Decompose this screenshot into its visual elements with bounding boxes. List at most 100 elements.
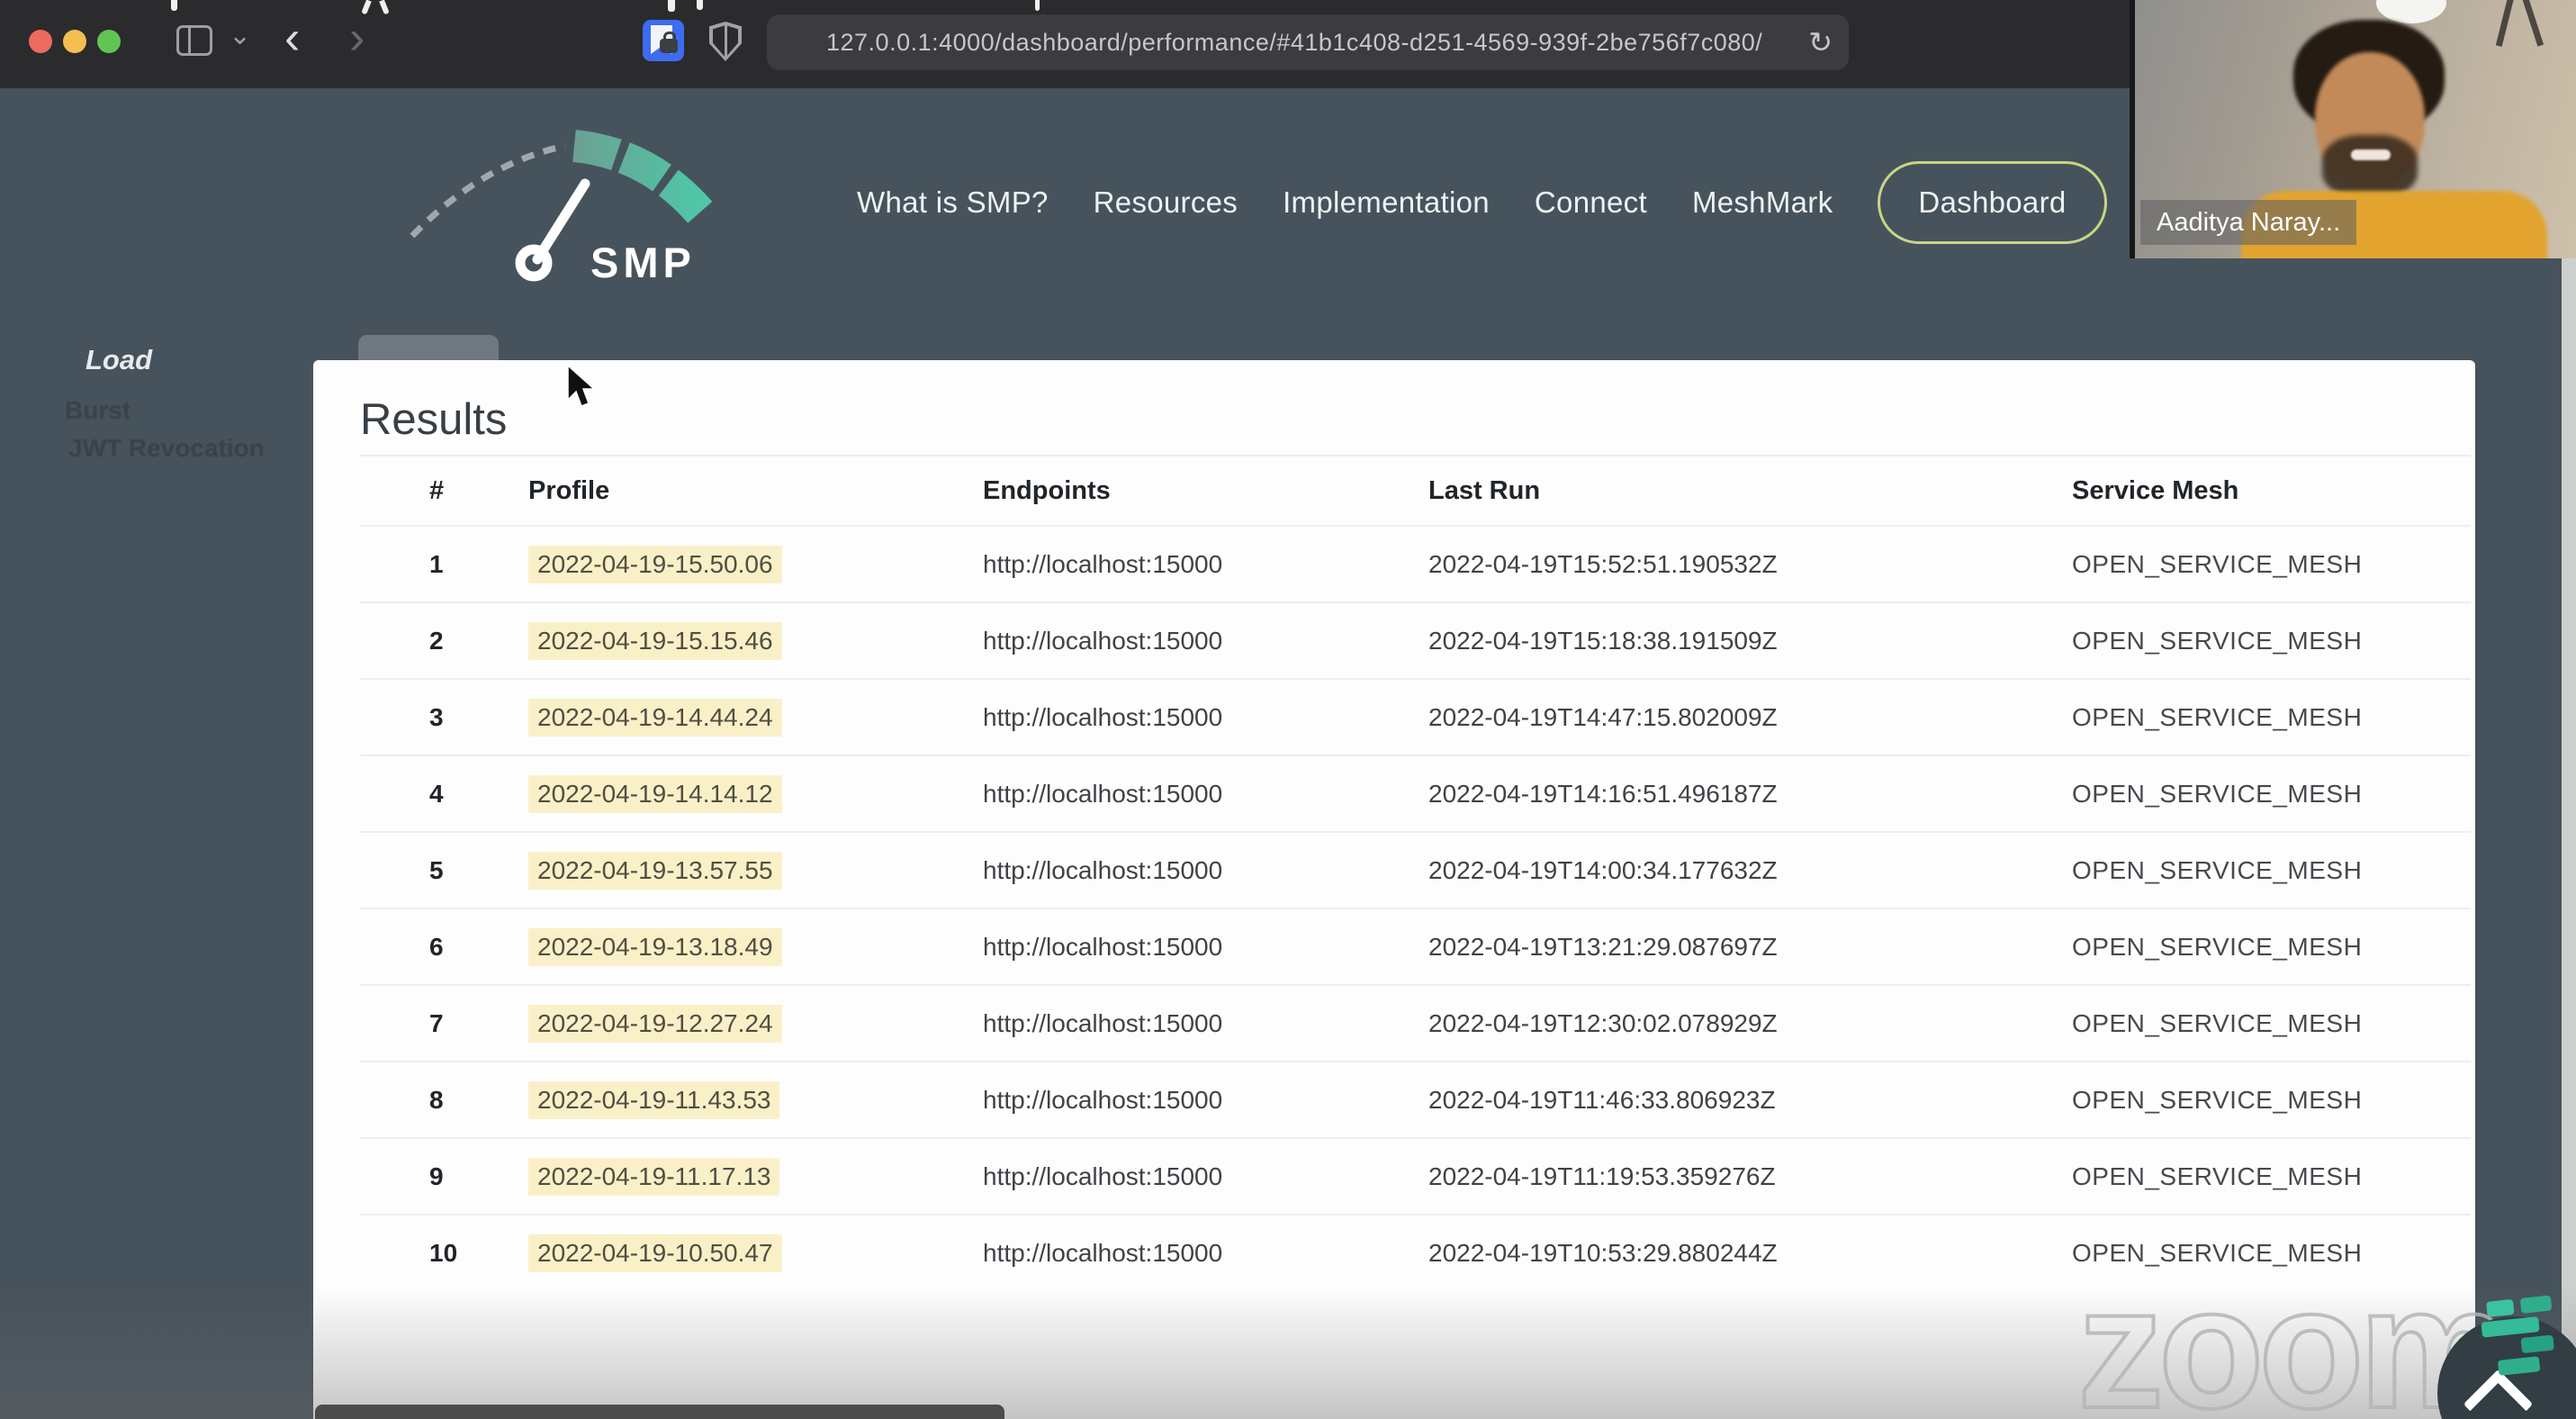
participant-name-label: Aaditya Naray... <box>2140 200 2357 245</box>
password-extension-icon[interactable] <box>643 20 684 61</box>
table-header-row: # Profile Endpoints Last Run Service Mes… <box>360 455 2471 525</box>
profile-link[interactable]: 2022-04-19-11.17.13 <box>528 1157 780 1196</box>
mesh-cell: OPEN_SERVICE_MESH <box>2072 932 2363 961</box>
endpoint-cell: http://localhost:15000 <box>983 855 1223 884</box>
row-number-cell: 9 <box>429 1161 444 1190</box>
table-row: 5 2022-04-19-13.57.55 http://localhost:1… <box>360 831 2471 908</box>
results-table: # Profile Endpoints Last Run Service Mes… <box>360 455 2471 1290</box>
page-title: Results <box>360 395 508 444</box>
nav-resources[interactable]: Resources <box>1094 185 1238 220</box>
video-title-fragment <box>379 0 390 15</box>
forward-button: › <box>349 12 365 64</box>
screen: ⌄ ‹ › 127.0.0.1:4000/dashboard/performan… <box>0 0 2576 1419</box>
reload-icon[interactable]: ↻ <box>1808 25 1833 59</box>
profile-link[interactable]: 2022-04-19-14.44.24 <box>528 698 782 737</box>
col-header-lastrun: Last Run <box>1428 475 1541 505</box>
address-bar[interactable]: 127.0.0.1:4000/dashboard/performance/#41… <box>767 14 1849 70</box>
profile-link[interactable]: 2022-04-19-13.57.55 <box>528 851 782 890</box>
lastrun-cell: 2022-04-19T15:52:51.190532Z <box>1428 549 1778 578</box>
endpoint-cell: http://localhost:15000 <box>983 702 1223 731</box>
sidebar-toggle-icon[interactable] <box>176 25 212 56</box>
table-row: 6 2022-04-19-13.18.49 http://localhost:1… <box>360 908 2471 984</box>
lastrun-cell: 2022-04-19T10:53:29.880244Z <box>1428 1238 1778 1267</box>
mesh-cell: OPEN_SERVICE_MESH <box>2072 1008 2363 1037</box>
endpoint-cell: http://localhost:15000 <box>983 779 1223 808</box>
profile-cell: 2022-04-19-14.44.24 <box>528 698 983 737</box>
chevron-down-icon[interactable]: ⌄ <box>229 20 251 51</box>
profile-link[interactable]: 2022-04-19-10.50.47 <box>528 1234 782 1272</box>
url-text[interactable]: 127.0.0.1:4000/dashboard/performance/#41… <box>826 29 1762 57</box>
table-row: 7 2022-04-19-12.27.24 http://localhost:1… <box>360 984 2471 1061</box>
lastrun-cell: 2022-04-19T13:21:29.087697Z <box>1428 932 1778 961</box>
mouse-cursor <box>567 364 596 407</box>
profile-link[interactable]: 2022-04-19-13.18.49 <box>528 927 782 966</box>
horizontal-scrollbar[interactable] <box>315 1405 1004 1419</box>
row-number-cell: 6 <box>429 932 444 961</box>
video-title-fragment <box>668 0 675 12</box>
background-streak <box>2520 0 2544 47</box>
profile-link[interactable]: 2022-04-19-11.43.53 <box>528 1080 780 1119</box>
video-title-fragment <box>1035 0 1040 11</box>
profile-link[interactable]: 2022-04-19-15.50.06 <box>528 545 782 583</box>
profile-cell: 2022-04-19-12.27.24 <box>528 1004 983 1043</box>
nav-connect[interactable]: Connect <box>1535 185 1647 220</box>
table-row: 2 2022-04-19-15.15.46 http://localhost:1… <box>360 601 2471 678</box>
mesh-cell: OPEN_SERVICE_MESH <box>2072 779 2363 808</box>
back-button[interactable]: ‹ <box>284 11 300 65</box>
profile-cell: 2022-04-19-13.18.49 <box>528 927 983 966</box>
row-number-cell: 8 <box>429 1085 444 1114</box>
lastrun-cell: 2022-04-19T15:18:38.191509Z <box>1428 626 1778 655</box>
col-header-endpoints: Endpoints <box>983 475 1111 505</box>
row-number-cell: 10 <box>429 1238 458 1267</box>
logo-text: SMP <box>590 239 696 286</box>
window-zoom-button[interactable] <box>97 30 121 53</box>
nav-what-is-smp[interactable]: What is SMP? <box>857 185 1049 220</box>
mesh-cell: OPEN_SERVICE_MESH <box>2072 1161 2363 1190</box>
sidebar-item-burst[interactable]: Burst <box>65 396 131 425</box>
video-title-fragment <box>171 0 177 11</box>
mesh-cell: OPEN_SERVICE_MESH <box>2072 626 2363 655</box>
person-smile <box>2351 149 2391 160</box>
sidebar-item-jwt-revocation[interactable]: JWT Revocation <box>68 434 265 463</box>
mesh-cell: OPEN_SERVICE_MESH <box>2072 1085 2363 1114</box>
window-minimize-button[interactable] <box>63 30 86 53</box>
profile-cell: 2022-04-19-11.43.53 <box>528 1080 983 1119</box>
gauge-arc-right <box>572 130 713 224</box>
endpoint-cell: http://localhost:15000 <box>983 549 1223 578</box>
profile-cell: 2022-04-19-13.57.55 <box>528 851 983 890</box>
nav-dashboard-active[interactable]: Dashboard <box>1878 161 2107 244</box>
sidebar-item-load[interactable]: Load <box>86 344 152 376</box>
shield-icon[interactable] <box>709 22 742 61</box>
table-row: 9 2022-04-19-11.17.13 http://localhost:1… <box>360 1137 2471 1214</box>
row-number-cell: 4 <box>429 779 444 808</box>
mesh-cell: OPEN_SERVICE_MESH <box>2072 549 2363 578</box>
video-title-fragment <box>697 0 703 10</box>
gauge-needle-hub <box>515 244 553 282</box>
profile-link[interactable]: 2022-04-19-15.15.46 <box>528 621 782 660</box>
lastrun-cell: 2022-04-19T14:00:34.177632Z <box>1428 855 1778 884</box>
lock-icon <box>660 32 678 53</box>
col-header-num: # <box>429 475 445 505</box>
lastrun-cell: 2022-04-19T12:30:02.078929Z <box>1428 1008 1778 1037</box>
main-nav: What is SMP? Resources Implementation Co… <box>857 144 2107 261</box>
lastrun-cell: 2022-04-19T14:16:51.496187Z <box>1428 779 1778 808</box>
profile-link[interactable]: 2022-04-19-14.14.12 <box>528 774 782 813</box>
profile-link[interactable]: 2022-04-19-12.27.24 <box>528 1004 782 1043</box>
lastrun-cell: 2022-04-19T11:19:53.359276Z <box>1428 1161 1776 1190</box>
profile-cell: 2022-04-19-10.50.47 <box>528 1234 983 1272</box>
endpoint-cell: http://localhost:15000 <box>983 1008 1223 1037</box>
nav-implementation[interactable]: Implementation <box>1283 185 1490 220</box>
endpoint-cell: http://localhost:15000 <box>983 1238 1223 1267</box>
person-beard <box>2322 135 2418 198</box>
nav-meshmark[interactable]: MeshMark <box>1692 185 1833 220</box>
smp-logo[interactable]: SMP <box>396 126 729 288</box>
profile-cell: 2022-04-19-14.14.12 <box>528 774 983 813</box>
profile-cell: 2022-04-19-15.15.46 <box>528 621 983 660</box>
webcam-tile: Aaditya Naray... <box>2130 0 2576 258</box>
mesh-cell: OPEN_SERVICE_MESH <box>2072 702 2363 731</box>
window-close-button[interactable] <box>29 30 52 53</box>
row-number-cell: 7 <box>429 1008 444 1037</box>
col-header-profile: Profile <box>528 475 610 505</box>
lastrun-cell: 2022-04-19T11:46:33.806923Z <box>1428 1085 1776 1114</box>
lastrun-cell: 2022-04-19T14:47:15.802009Z <box>1428 702 1778 731</box>
